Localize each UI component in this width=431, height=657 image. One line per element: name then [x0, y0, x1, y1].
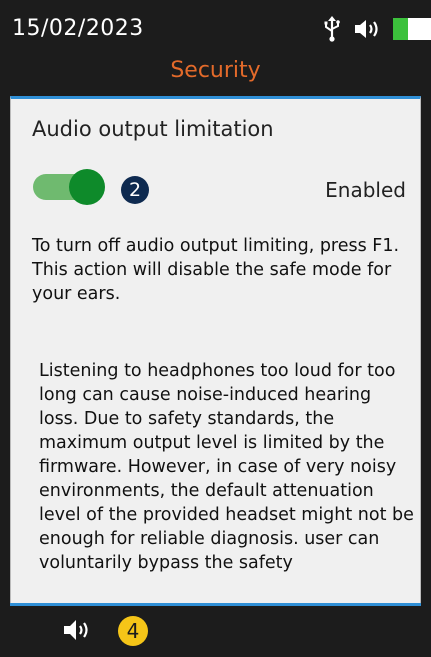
date-label: 15/02/2023: [12, 16, 144, 41]
speaker-icon: [355, 20, 378, 38]
audio-limit-toggle[interactable]: [33, 169, 105, 205]
battery-level-fill: [393, 18, 408, 40]
device-screen: 15/02/2023 Security Audio output limitat…: [0, 0, 431, 657]
status-bar-icons: [323, 16, 431, 42]
header: 15/02/2023 Security: [0, 0, 431, 96]
battery-icon: [393, 18, 431, 40]
speaker-icon[interactable]: [62, 618, 94, 642]
toggle-knob: [69, 169, 105, 205]
battery-empty-area: [408, 18, 431, 40]
page-title: Security: [170, 58, 261, 83]
content-panel: Audio output limitation 2 Enabled To tur…: [10, 96, 421, 605]
footer-bar: 4: [0, 606, 431, 657]
step-badge: 4: [118, 616, 148, 646]
status-label: Enabled: [325, 178, 406, 202]
usb-icon: [324, 16, 340, 42]
section-title: Audio output limitation: [32, 117, 274, 141]
instructions-text: To turn off audio output limiting, press…: [32, 234, 417, 306]
step-badge: 2: [121, 176, 149, 204]
instruction-line: This action will disable the safe mode f…: [32, 260, 392, 304]
instruction-line: To turn off audio output limiting, press…: [32, 236, 400, 256]
info-text: Listening to headphones too loud for too…: [39, 361, 414, 573]
